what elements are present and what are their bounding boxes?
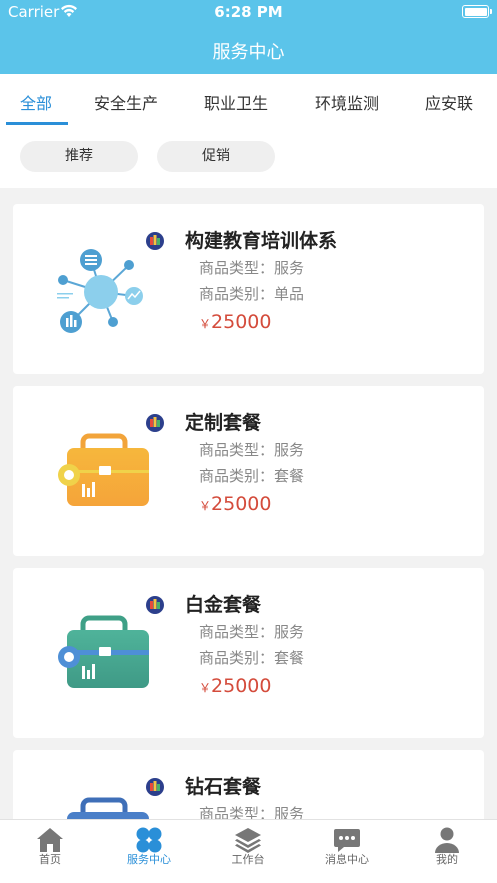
badge-icon [146, 596, 164, 614]
currency-symbol: ￥ [199, 499, 212, 513]
product-title: 定制套餐 [185, 412, 262, 434]
price-amount: 25000 [211, 493, 272, 515]
product-card[interactable]: 定制套餐 商品类型：服务 商品类别：套餐 ￥25000 [13, 386, 484, 556]
orange-briefcase-icon [58, 433, 149, 506]
product-type: 商品类型：服务 [199, 441, 305, 459]
tabbar-label: 消息中心 [325, 853, 369, 866]
badge-icon [146, 414, 164, 432]
page-title: 服务中心 [212, 42, 285, 63]
tabbar-service-center[interactable]: 服务中心 [99, 820, 199, 883]
tabbar-mine[interactable]: 我的 [397, 820, 497, 883]
product-card[interactable]: 白金套餐 商品类型：服务 商品类别：套餐 ￥25000 [13, 568, 484, 738]
category-tabs: 全部 安全生产 职业卫生 环境监测 应安联 [0, 74, 497, 126]
tabbar-workbench[interactable]: 工作台 [198, 820, 298, 883]
tabbar-label: 工作台 [231, 853, 265, 866]
tab-all[interactable]: 全部 [20, 90, 52, 114]
product-price: ￥25000 [199, 311, 271, 333]
tab-occupational-health[interactable]: 职业卫生 [204, 90, 268, 114]
tab-yinganlian[interactable]: 应安联 [425, 90, 473, 114]
product-category: 商品类别：单品 [199, 285, 305, 303]
filter-chip-row: 推荐 促销 [0, 126, 497, 188]
product-card[interactable]: 构建教育培训体系 商品类型：服务 商品类别：单品 ￥25000 [13, 204, 484, 374]
tab-environment-monitoring[interactable]: 环境监测 [315, 90, 379, 114]
network-diagram-icon [57, 249, 143, 333]
product-title: 白金套餐 [185, 594, 262, 616]
tabbar-home[interactable]: 首页 [0, 820, 100, 883]
tab-safety-production[interactable]: 安全生产 [94, 90, 158, 114]
product-type: 商品类型：服务 [199, 259, 305, 277]
currency-symbol: ￥ [199, 681, 212, 695]
status-bar: Carrier 6:28 PM [0, 0, 497, 24]
product-price: ￥25000 [199, 675, 271, 697]
product-category: 商品类别：套餐 [199, 467, 305, 485]
tab-active-indicator [6, 122, 68, 125]
chip-recommended[interactable]: 推荐 [20, 141, 138, 172]
product-category: 商品类别：套餐 [199, 649, 305, 667]
battery-icon [462, 5, 492, 18]
badge-icon [146, 778, 164, 796]
tabbar-label: 首页 [39, 853, 61, 866]
bottom-tab-bar: 首页 服务中心 工作台 消息中心 我的 [0, 819, 497, 883]
product-title: 构建教育培训体系 [185, 230, 338, 252]
product-title: 钻石套餐 [185, 776, 262, 798]
product-price: ￥25000 [199, 493, 271, 515]
chip-promotion[interactable]: 促销 [157, 141, 275, 172]
nav-bar: 服务中心 [0, 24, 497, 74]
tabbar-label: 我的 [436, 853, 458, 866]
tabbar-messages[interactable]: 消息中心 [297, 820, 397, 883]
green-briefcase-icon [58, 615, 149, 688]
badge-icon [146, 232, 164, 250]
product-type: 商品类型：服务 [199, 623, 305, 641]
price-amount: 25000 [211, 675, 272, 697]
price-amount: 25000 [211, 311, 272, 333]
tabbar-label: 服务中心 [127, 853, 171, 866]
status-time: 6:28 PM [214, 3, 283, 21]
currency-symbol: ￥ [199, 317, 212, 331]
